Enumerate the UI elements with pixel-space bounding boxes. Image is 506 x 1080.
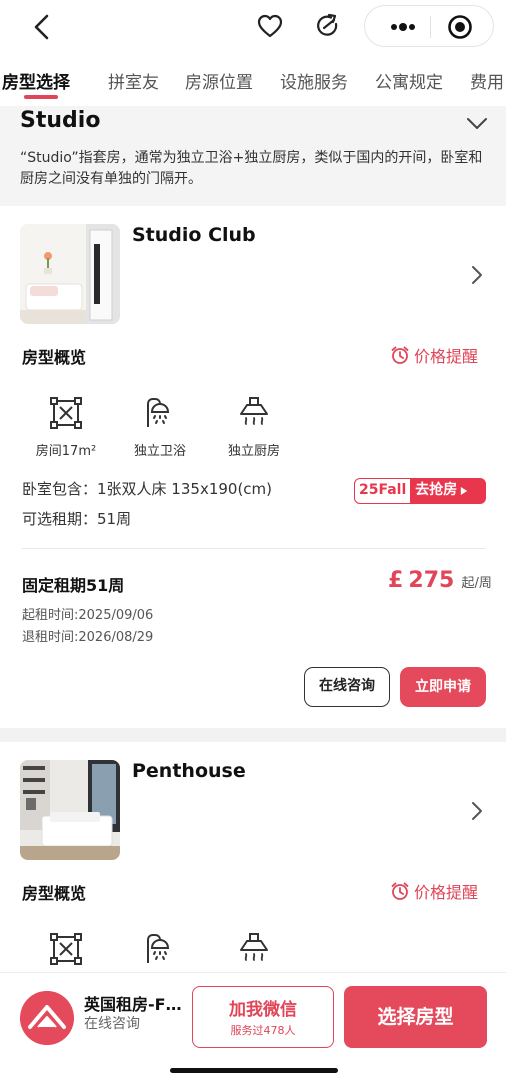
range-hood-icon <box>240 933 268 961</box>
price-alert-button[interactable]: 价格提醒 <box>390 343 478 367</box>
target-icon[interactable] <box>447 14 473 40</box>
category-description: “Studio”指套房，通常为独立卫浴+独立厨房，类似于国内的开间，卧室和厨房之… <box>20 150 483 187</box>
top-nav-bar <box>0 0 506 56</box>
room-overview-label: 房型概览 <box>22 348 87 367</box>
agency-name[interactable]: 英国租房-F… <box>84 991 188 1015</box>
price-alert-button[interactable]: 价格提醒 <box>390 879 478 903</box>
shower-icon <box>147 934 170 963</box>
page: 房型选择 拼室友 房源位置 设施服务 公寓规定 费用 Studio “Studi… <box>0 0 506 1080</box>
price-unit: 起/周 <box>461 576 492 591</box>
select-room-type-button[interactable]: 选择房型 <box>344 986 487 1048</box>
heart-icon[interactable] <box>256 12 284 40</box>
room-card-penthouse: Penthouse 房型概览 价格提醒 <box>0 742 506 982</box>
online-consult-button[interactable]: 在线咨询 <box>304 667 390 707</box>
shower-icon <box>147 398 170 427</box>
chevron-down-icon[interactable] <box>466 116 488 132</box>
capsule-divider <box>430 16 431 38</box>
tab-roommates[interactable]: 拼室友 <box>108 68 159 93</box>
room-overview-label: 房型概览 <box>22 884 87 903</box>
back-icon[interactable] <box>28 12 58 42</box>
start-date: 起租时间:2025/09/06 <box>22 608 154 623</box>
amenity-label: 独立厨房 <box>227 444 280 459</box>
add-wechat-button[interactable]: 加我微信 服务过478人 <box>192 986 334 1048</box>
amenity-private-bathroom <box>118 932 202 966</box>
more-icon[interactable] <box>383 12 423 42</box>
end-date: 退租时间:2026/08/29 <box>22 630 154 645</box>
lease-title: 固定租期51周 <box>22 576 125 595</box>
price-alert-label: 价格提醒 <box>414 347 479 366</box>
tab-fees[interactable]: 费用 <box>470 68 504 93</box>
price-alert-label: 价格提醒 <box>414 883 479 902</box>
alarm-clock-icon <box>391 882 409 900</box>
promo-code: 25Fall <box>355 479 411 503</box>
share-icon[interactable] <box>314 12 342 40</box>
chevron-right-icon[interactable] <box>468 264 486 286</box>
bedroom-info: 卧室包含：1张双人床 135x190(cm) <box>22 480 273 498</box>
tab-location[interactable]: 房源位置 <box>185 68 253 93</box>
divider <box>22 548 486 549</box>
room-size-icon <box>50 397 82 429</box>
amenity-label: 房间17m² <box>35 444 97 459</box>
chevron-right-icon[interactable] <box>468 800 486 822</box>
amenity-private-kitchen: 独立厨房 <box>212 396 296 459</box>
bottom-action-bar: 英国租房-F… 在线咨询 加我微信 服务过478人 选择房型 <box>0 972 506 1080</box>
price-value: 275 <box>408 568 455 593</box>
room-name[interactable]: Penthouse <box>132 760 246 782</box>
tab-facilities[interactable]: 设施服务 <box>280 68 348 93</box>
room-name[interactable]: Studio Club <box>132 224 256 246</box>
alarm-clock-icon <box>391 346 409 364</box>
amenity-room-size: 房间17m² <box>24 396 108 459</box>
mini-program-capsule <box>364 5 494 47</box>
promo-action: 去抢房 <box>415 482 458 498</box>
agency-consult-label[interactable]: 在线咨询 <box>84 1013 140 1033</box>
room-photo[interactable] <box>20 224 120 324</box>
room-photo[interactable] <box>20 760 120 860</box>
agency-logo[interactable] <box>20 991 74 1045</box>
promo-badge[interactable]: 25Fall 去抢房 <box>354 478 486 504</box>
room-card-studio-club: Studio Club 房型概览 价格提醒 房间17m² 独立卫浴 独立厨房 卧… <box>0 206 506 728</box>
play-arrow-icon <box>461 487 468 495</box>
home-indicator <box>170 1068 338 1073</box>
active-tab-indicator <box>24 95 58 99</box>
range-hood-icon <box>240 397 268 425</box>
amenity-private-kitchen <box>212 932 296 966</box>
amenity-private-bathroom: 独立卫浴 <box>118 396 202 459</box>
apply-now-button[interactable]: 立即申请 <box>400 667 486 707</box>
section-tabs: 房型选择 拼室友 房源位置 设施服务 公寓规定 费用 <box>0 56 506 106</box>
tab-room-types[interactable]: 房型选择 <box>2 68 70 93</box>
tab-rules[interactable]: 公寓规定 <box>375 68 443 93</box>
served-count: 服务过478人 <box>230 1024 296 1037</box>
room-size-icon <box>50 933 82 965</box>
room-category-intro: Studio “Studio”指套房，通常为独立卫浴+独立厨房，类似于国内的开间… <box>0 106 506 206</box>
price-display: £ 275 起/周 <box>388 568 492 593</box>
amenity-label: 独立卫浴 <box>133 444 186 459</box>
currency-symbol: £ <box>388 568 404 593</box>
lease-options: 可选租期：51周 <box>22 510 132 528</box>
amenity-room-size <box>24 932 108 966</box>
add-wechat-label: 加我微信 <box>229 1000 297 1020</box>
category-title: Studio <box>20 108 101 133</box>
